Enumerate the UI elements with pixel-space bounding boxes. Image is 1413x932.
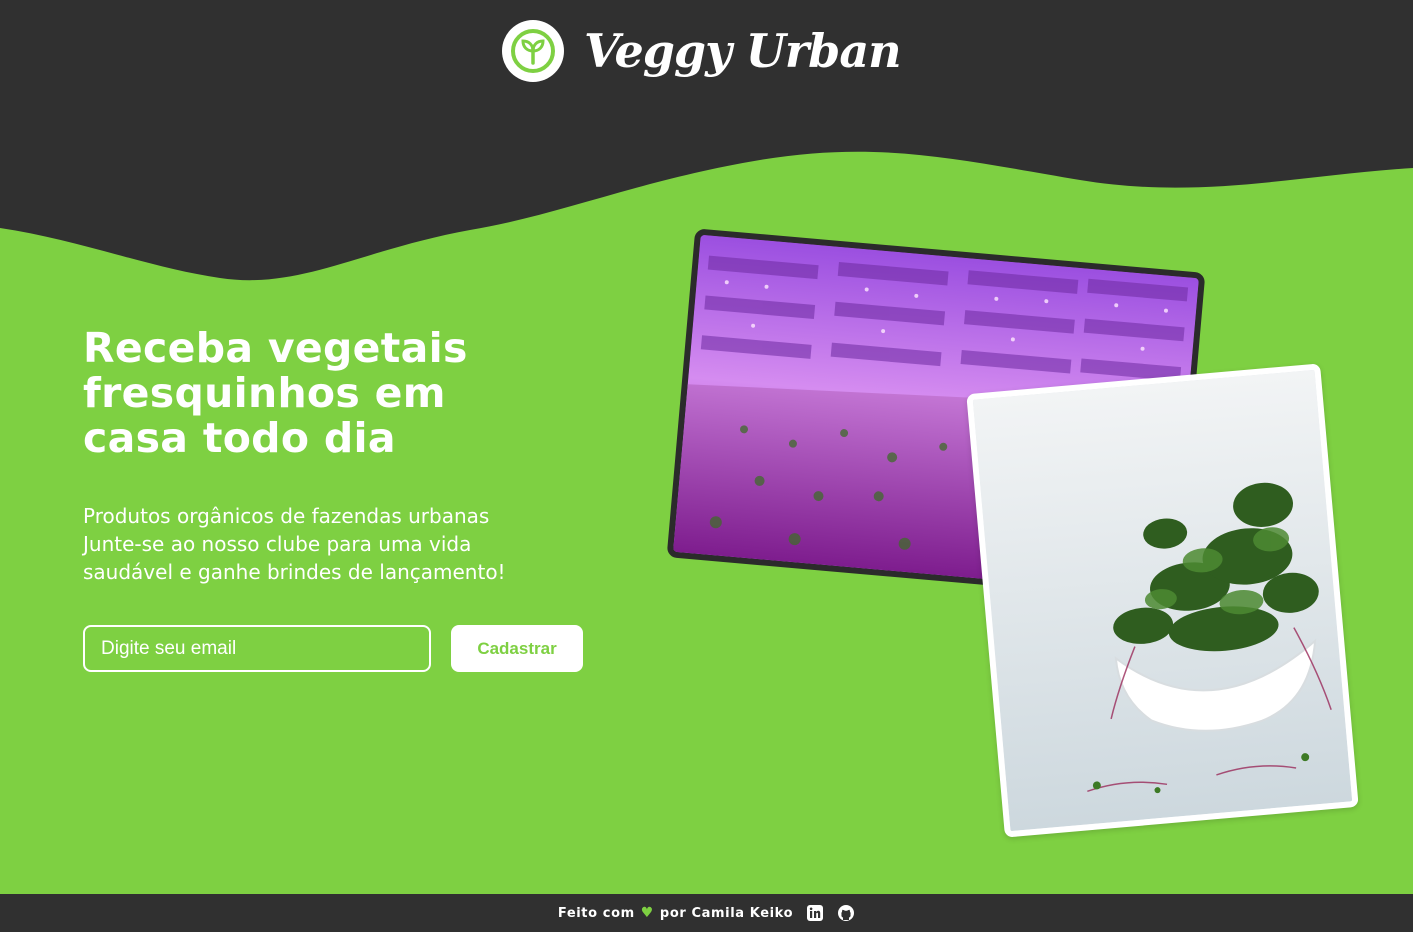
brand[interactable]: Veggy Urban bbox=[502, 20, 902, 82]
footer-author: por Camila Keiko bbox=[659, 905, 794, 921]
email-input[interactable] bbox=[83, 625, 431, 672]
hero-description-line: saudável e ganhe brindes de lançamento! bbox=[83, 560, 506, 584]
hero-title: Receba vegetais fresquinhos em casa todo… bbox=[83, 324, 468, 462]
github-icon[interactable] bbox=[836, 904, 855, 923]
signup-button[interactable]: Cadastrar bbox=[451, 625, 583, 672]
footer: Feito com ♥ por Camila Keiko bbox=[0, 894, 1413, 932]
hero-description-line: Junte-se ao nosso clube para uma vida bbox=[83, 532, 472, 556]
sprout-icon bbox=[502, 20, 564, 82]
hero-description: Produtos orgânicos de fazendas urbanas J… bbox=[83, 502, 583, 586]
footer-made-with: Feito com bbox=[557, 905, 635, 921]
hero-description-line: Produtos orgânicos de fazendas urbanas bbox=[83, 504, 490, 528]
microgreens-bowl-photo bbox=[966, 363, 1359, 838]
brand-name: Veggy Urban bbox=[584, 24, 902, 78]
heart-icon: ♥ bbox=[640, 905, 654, 921]
linkedin-icon[interactable] bbox=[805, 904, 824, 923]
